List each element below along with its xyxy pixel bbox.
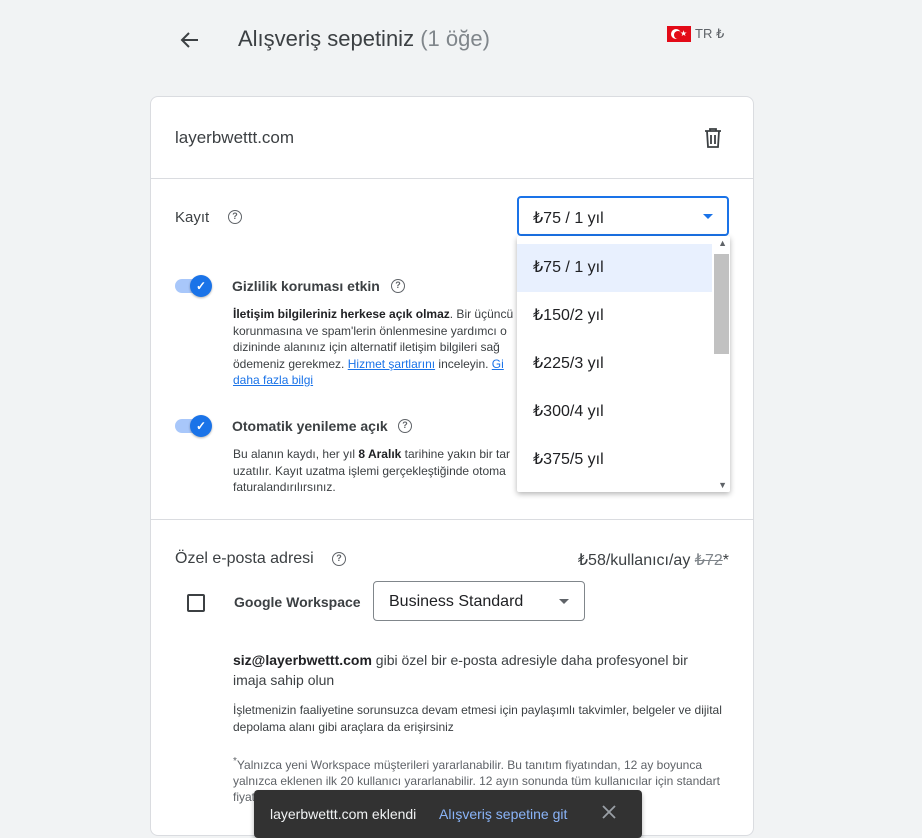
- locale-selector[interactable]: ★ TR ₺: [667, 26, 724, 42]
- domain-row: layerbwettt.com: [151, 97, 753, 179]
- email-promo-detail: İşletmenizin faaliyetine sorunsuzca deva…: [233, 703, 722, 734]
- dropdown-arrow-icon: [703, 214, 713, 219]
- option-4-years[interactable]: ₺300/4 yıl: [517, 388, 712, 436]
- email-promo-text: siz@layerbwettt.com gibi özel bir e-post…: [233, 652, 688, 688]
- email-price: ₺58/kullanıcı/ay ₺72*: [577, 552, 729, 569]
- page-title-text: Alışveriş sepetiniz: [238, 26, 415, 51]
- terms-link[interactable]: Hizmet şartlarını: [348, 357, 435, 371]
- workspace-label: Google Workspace: [234, 594, 361, 610]
- scroll-up-arrow-icon[interactable]: ▲: [718, 238, 727, 248]
- workspace-plan-select[interactable]: Business Standard: [373, 581, 585, 621]
- scroll-down-arrow-icon[interactable]: ▼: [718, 480, 727, 490]
- help-icon[interactable]: ?: [398, 419, 412, 433]
- autorenew-toggle[interactable]: ✓: [175, 415, 212, 437]
- snackbar: layerbwettt.com eklendi Alışveriş sepeti…: [254, 790, 642, 838]
- autorenew-label: Otomatik yenileme açık: [232, 418, 388, 434]
- domain-name: layerbwettt.com: [175, 128, 295, 147]
- go-to-cart-link[interactable]: Alışveriş sepetine git: [439, 806, 567, 822]
- privacy-label: Gizlilik koruması etkin: [232, 278, 380, 294]
- locale-label: TR ₺: [695, 26, 725, 41]
- workspace-checkbox[interactable]: [187, 594, 205, 612]
- privacy-bold-text: İletişim bilgileriniz herkese açık olmaz: [233, 307, 450, 321]
- checkmark-icon: ✓: [190, 275, 212, 297]
- option-1-year[interactable]: ₺75 / 1 yıl: [517, 244, 712, 292]
- trash-icon: [705, 128, 721, 148]
- registration-dropdown-list: ₺75 / 1 yıl ₺150/2 yıl ₺225/3 yıl ₺300/4…: [517, 236, 730, 492]
- email-section-title: Özel e-posta adresi: [175, 550, 314, 567]
- dropdown-arrow-icon: [559, 599, 569, 604]
- help-icon[interactable]: ?: [332, 552, 346, 566]
- item-count: (1 öğe): [420, 26, 490, 51]
- learn-more-link-start[interactable]: Gi: [492, 357, 504, 371]
- snackbar-close-button[interactable]: [601, 804, 617, 820]
- registration-selected-value: ₺75 / 1 yıl: [533, 210, 604, 227]
- arrow-left-icon: [180, 32, 198, 48]
- learn-more-link[interactable]: daha fazla bilgi: [233, 373, 313, 387]
- turkey-flag-icon: ★: [667, 26, 691, 42]
- privacy-toggle[interactable]: ✓: [175, 275, 212, 297]
- checkmark-icon: ✓: [190, 415, 212, 437]
- section-divider: [151, 519, 753, 520]
- option-3-years[interactable]: ₺225/3 yıl: [517, 340, 712, 388]
- snackbar-message: layerbwettt.com eklendi: [270, 806, 417, 822]
- option-2-years[interactable]: ₺150/2 yıl: [517, 292, 712, 340]
- plan-selected-value: Business Standard: [389, 593, 524, 610]
- close-icon: [602, 805, 616, 819]
- option-5-years[interactable]: ₺375/5 yıl: [517, 436, 712, 484]
- delete-domain-button[interactable]: [703, 127, 723, 149]
- scrollbar-thumb[interactable]: [714, 254, 729, 354]
- registration-period-select[interactable]: ₺75 / 1 yıl: [517, 196, 729, 236]
- privacy-description: İletişim bilgileriniz herkese açık olmaz…: [233, 307, 514, 387]
- old-price: ₺72: [694, 552, 723, 569]
- registration-label: Kayıt: [175, 209, 210, 226]
- dropdown-scrollbar[interactable]: ▲ ▼: [713, 236, 730, 492]
- help-icon[interactable]: ?: [228, 210, 242, 224]
- page-title: Alışveriş sepetiniz (1 öğe): [238, 26, 490, 52]
- help-icon[interactable]: ?: [391, 279, 405, 293]
- autorenew-description: Bu alanın kaydı, her yıl 8 Aralık tarihi…: [233, 447, 511, 494]
- back-button[interactable]: [176, 26, 204, 54]
